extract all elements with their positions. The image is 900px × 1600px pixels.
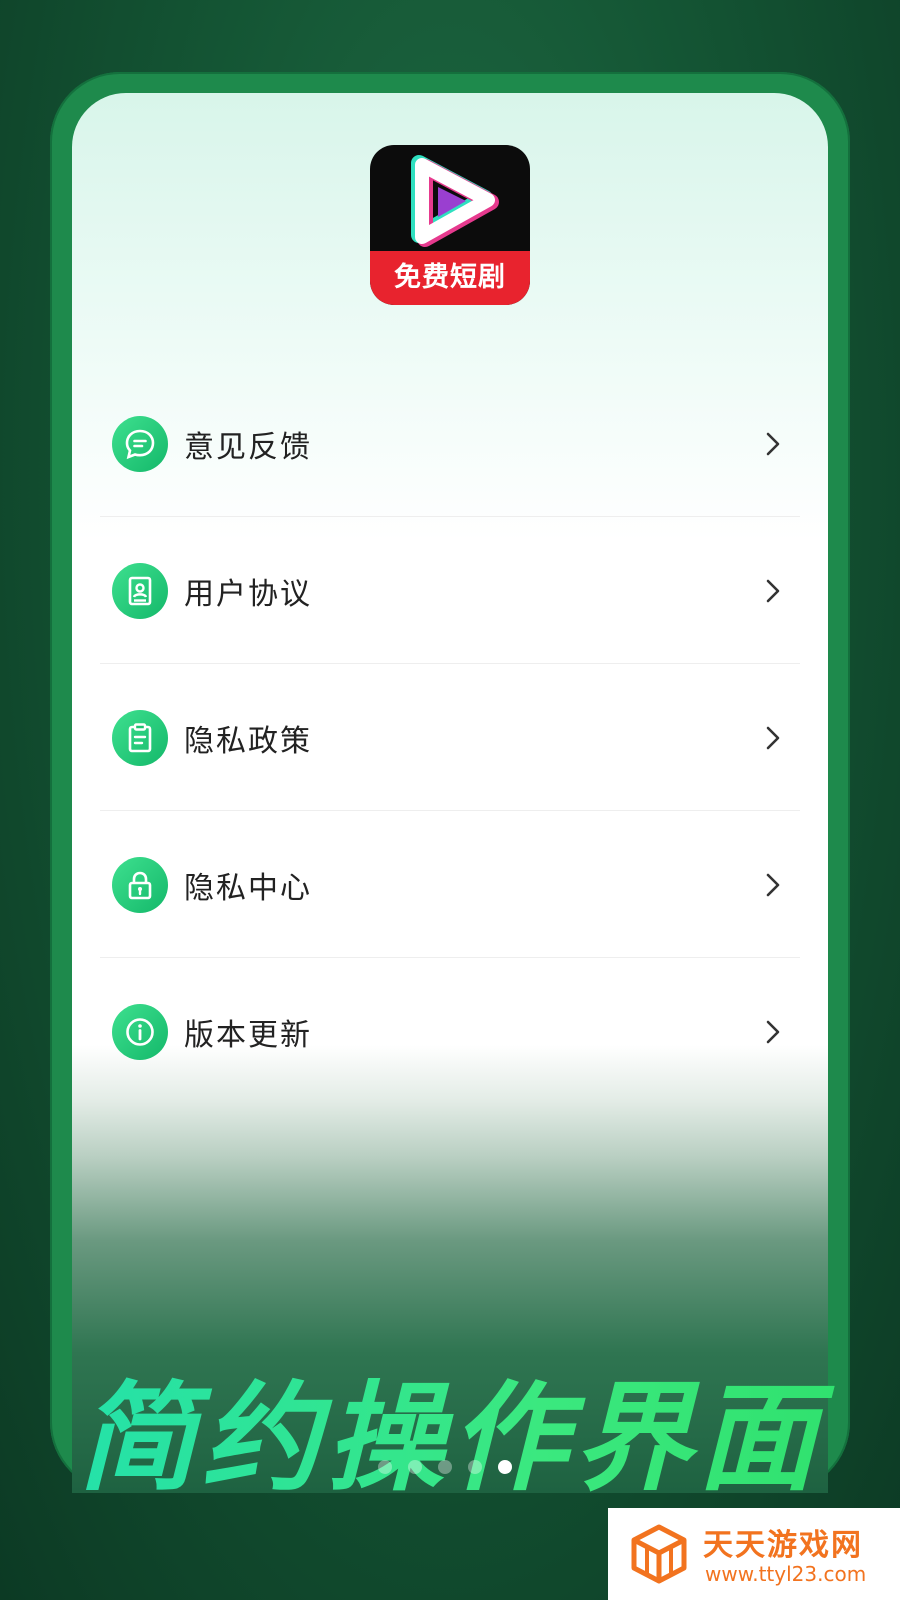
- document-person-icon: [112, 562, 168, 619]
- pagination-dot-active[interactable]: [498, 1460, 512, 1474]
- menu-item-feedback[interactable]: 意见反馈: [72, 370, 828, 517]
- menu-item-privacy-policy[interactable]: 隐私政策: [72, 664, 828, 811]
- pagination-dot[interactable]: [408, 1460, 422, 1474]
- chevron-right-icon: [766, 579, 780, 602]
- chat-bubble-icon: [112, 415, 168, 472]
- promo-slogan: 简约操作界面: [0, 1368, 900, 1508]
- pagination-dot[interactable]: [468, 1460, 482, 1474]
- site-watermark: 天天游戏网 www.ttyl23.com: [608, 1508, 900, 1600]
- app-logo: 免费短剧: [370, 145, 530, 305]
- cube-logo-icon: [631, 1524, 687, 1584]
- chevron-right-icon: [766, 726, 780, 749]
- menu-item-privacy-center[interactable]: 隐私中心: [72, 811, 828, 958]
- phone-screen: 免费短剧 意见反馈 用户协议 隐私政策 隐私中心 版本更新: [72, 93, 828, 1493]
- carousel-pagination: [378, 1460, 512, 1474]
- lock-icon: [112, 856, 168, 913]
- pagination-dot[interactable]: [378, 1460, 392, 1474]
- info-icon: [112, 1003, 168, 1060]
- chevron-right-icon: [766, 1020, 780, 1043]
- menu-item-label: 意见反馈: [184, 429, 312, 465]
- settings-menu: 意见反馈 用户协议 隐私政策 隐私中心 版本更新: [72, 370, 828, 1105]
- menu-item-label: 版本更新: [184, 1017, 312, 1053]
- menu-item-label: 用户协议: [184, 576, 312, 612]
- menu-item-version-update[interactable]: 版本更新: [72, 958, 828, 1105]
- menu-item-user-agreement[interactable]: 用户协议: [72, 517, 828, 664]
- chevron-right-icon: [766, 873, 780, 896]
- watermark-url: www.ttyl23.com: [705, 1562, 867, 1586]
- chevron-right-icon: [766, 432, 780, 455]
- menu-item-label: 隐私中心: [184, 870, 312, 906]
- menu-item-label: 隐私政策: [184, 723, 312, 759]
- play-icon: [411, 155, 499, 247]
- watermark-title: 天天游戏网: [703, 1528, 863, 1563]
- pagination-dot[interactable]: [438, 1460, 452, 1474]
- clipboard-icon: [112, 709, 168, 766]
- app-logo-text: 免费短剧: [370, 251, 530, 305]
